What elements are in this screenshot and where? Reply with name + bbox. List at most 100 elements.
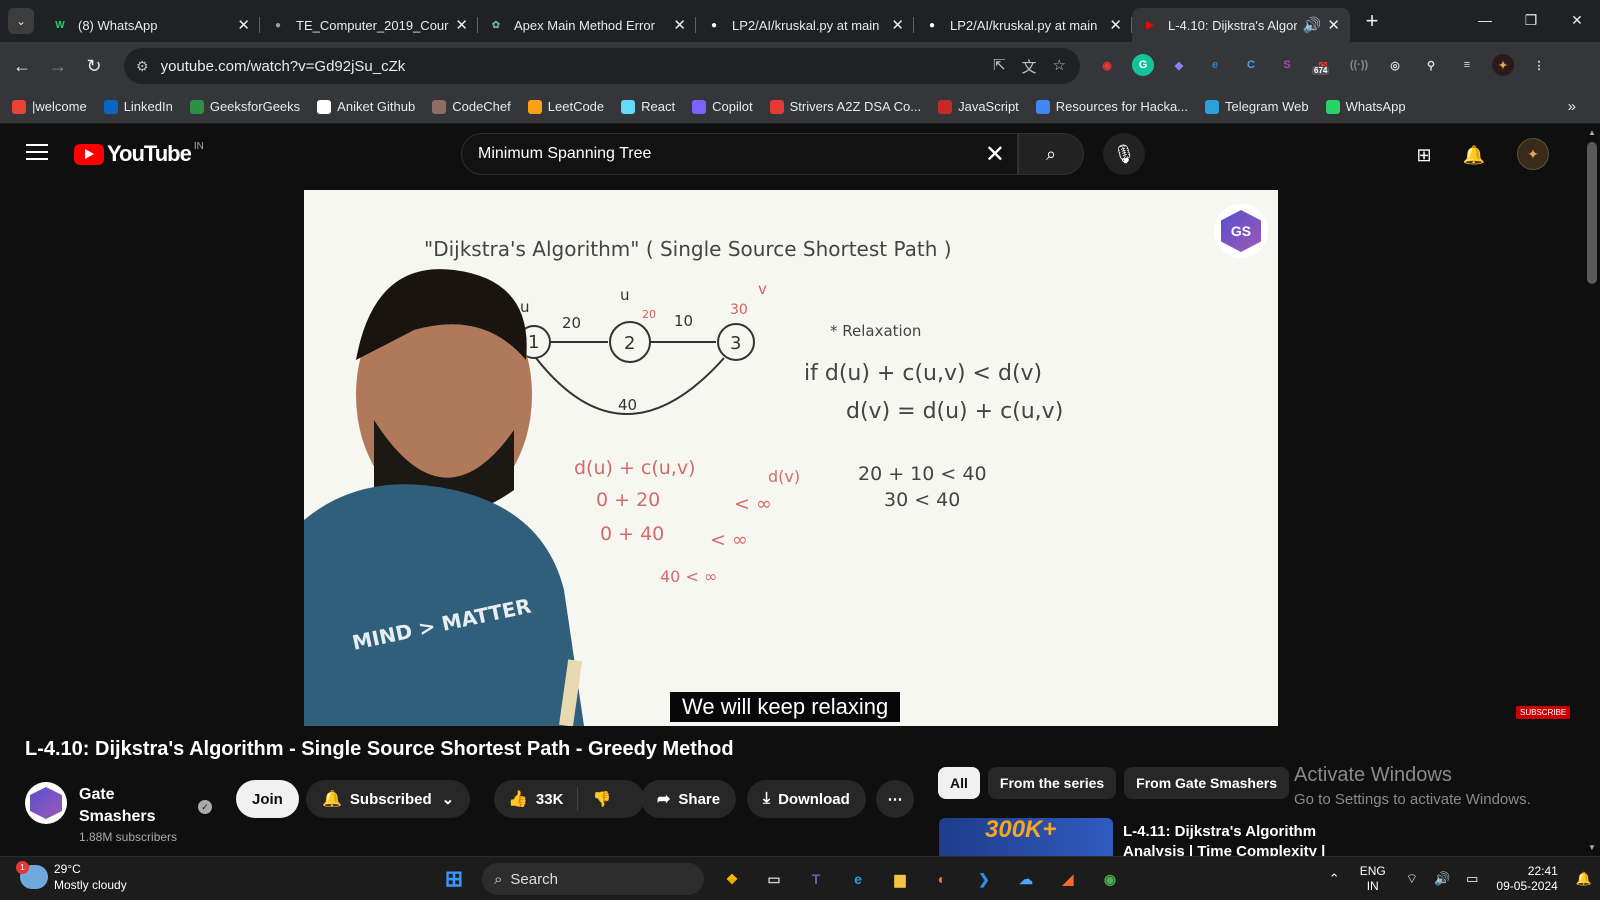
recommended-title[interactable]: L-4.11: Dijkstra's Algorithm Analysis | …: [1123, 822, 1333, 856]
video-player[interactable]: "Dijkstra's Algorithm" ( Single Source S…: [304, 190, 1278, 726]
new-tab-button[interactable]: +: [1358, 8, 1386, 34]
scrollbar-thumb[interactable]: [1587, 142, 1597, 284]
microphone-icon[interactable]: 🎙: [1103, 133, 1145, 175]
channel-name[interactable]: Gate Smashers: [79, 784, 169, 828]
tab-close-icon[interactable]: ✕: [673, 16, 686, 34]
wifi-icon[interactable]: ⌔: [1406, 871, 1418, 887]
channel-avatar[interactable]: [25, 782, 67, 824]
media-control-icon[interactable]: ≡: [1456, 54, 1478, 76]
tab-close-icon[interactable]: ✕: [237, 16, 250, 34]
tab-close-icon[interactable]: ✕: [891, 16, 904, 34]
bookmark-item[interactable]: Aniket Github: [317, 99, 415, 114]
account-avatar[interactable]: ✦: [1517, 138, 1549, 170]
bookmark-item[interactable]: LeetCode: [527, 99, 604, 114]
chrome-icon[interactable]: ◉: [1096, 865, 1124, 893]
speaker-icon[interactable]: 🔊: [1303, 16, 1322, 34]
back-icon[interactable]: ←: [4, 48, 40, 84]
edge-extension-icon[interactable]: e: [1204, 54, 1226, 76]
more-actions-button[interactable]: ⋯: [876, 780, 914, 818]
minimize-icon[interactable]: —: [1462, 0, 1508, 40]
grammarly-icon[interactable]: G: [1132, 54, 1154, 76]
translate-icon[interactable]: 文: [1022, 56, 1037, 77]
subscribed-button[interactable]: 🔔 Subscribed ⌄: [306, 780, 471, 818]
recommended-thumbnail[interactable]: 300K+: [939, 818, 1113, 856]
signal-extension-icon[interactable]: ((·)): [1348, 54, 1370, 76]
s-extension-icon[interactable]: S: [1276, 54, 1298, 76]
notification-bell-icon[interactable]: 🔔: [1576, 871, 1592, 887]
bookmark-item[interactable]: CodeChef: [432, 99, 511, 114]
share-button[interactable]: ➦ Share: [641, 780, 737, 818]
vscode-icon[interactable]: ❯: [970, 865, 998, 893]
more-bookmarks-icon[interactable]: »: [1568, 98, 1576, 115]
scroll-up-icon[interactable]: ▲: [1588, 128, 1596, 137]
reload-icon[interactable]: ↻: [76, 48, 112, 84]
tab-close-icon[interactable]: ✕: [455, 16, 468, 34]
like-button[interactable]: 👍 33K: [494, 787, 579, 811]
youtube-logo[interactable]: YouTube IN: [74, 141, 204, 167]
bookmark-item[interactable]: LinkedIn: [103, 99, 173, 114]
bookmark-item[interactable]: React: [621, 99, 675, 114]
open-in-app-icon[interactable]: ⇱: [993, 56, 1006, 77]
restore-icon[interactable]: ❐: [1508, 0, 1554, 40]
menu-icon[interactable]: [26, 144, 48, 165]
close-window-icon[interactable]: ✕: [1554, 0, 1600, 40]
weather-widget[interactable]: 1 29°C Mostly cloudy: [16, 861, 127, 893]
dislike-button[interactable]: 👎: [578, 790, 625, 808]
bookmark-item[interactable]: Resources for Hacka...: [1035, 99, 1188, 114]
browser-tab[interactable]: ✿ Apex Main Method Error ✕: [478, 8, 696, 42]
tab-close-icon[interactable]: ✕: [1109, 16, 1122, 34]
channel-watermark-logo[interactable]: GS: [1214, 204, 1268, 258]
cloud-app-icon[interactable]: ☁: [1012, 865, 1040, 893]
search-input[interactable]: Minimum Spanning Tree ✕: [461, 133, 1018, 175]
language-indicator[interactable]: ENG IN: [1360, 864, 1386, 894]
battery-icon[interactable]: ▭: [1466, 871, 1478, 887]
create-icon[interactable]: ⊞: [1409, 140, 1439, 170]
bookmark-item[interactable]: Copilot: [692, 99, 753, 114]
browser-tab[interactable]: ● TE_Computer_2019_Course ✕: [260, 8, 478, 42]
task-view-icon[interactable]: ▭: [760, 865, 788, 893]
browser-tab[interactable]: W (8) WhatsApp ✕: [42, 8, 260, 42]
subscribe-watermark[interactable]: SUBSCRIBE: [1516, 706, 1571, 719]
bookmark-item[interactable]: Strivers A2Z DSA Co...: [769, 99, 921, 114]
recommended-video[interactable]: 300K+ L-4.11: Dijkstra's Algorithm Analy…: [939, 818, 1339, 856]
bookmark-item[interactable]: JavaScript: [938, 99, 1019, 114]
url-text[interactable]: youtube.com/watch?v=Gd92jSu_cZk: [161, 58, 406, 75]
page-scrollbar[interactable]: ▲ ▼: [1584, 124, 1600, 856]
clear-search-icon[interactable]: ✕: [985, 140, 1005, 169]
filter-chip[interactable]: From Gate Smashers: [1124, 767, 1289, 799]
edge-icon[interactable]: e: [844, 865, 872, 893]
browser-tab[interactable]: ● LP2/AI/kruskal.py at main ✕: [914, 8, 1132, 42]
widgets-icon[interactable]: ❖: [718, 865, 746, 893]
tab-search-button[interactable]: ⌄: [8, 8, 34, 34]
profile-avatar[interactable]: ✦: [1492, 54, 1514, 76]
scroll-down-icon[interactable]: ▼: [1588, 843, 1596, 852]
teams-icon[interactable]: T: [802, 865, 830, 893]
forward-icon[interactable]: →: [40, 48, 76, 84]
browser-tab[interactable]: ● LP2/AI/kruskal.py at main ✕: [696, 8, 914, 42]
mail-extension-icon[interactable]: ✉674: [1312, 54, 1334, 76]
tab-close-icon[interactable]: ✕: [1327, 16, 1340, 34]
taskbar-search[interactable]: ⌕ Search: [482, 863, 704, 895]
record-extension-icon[interactable]: ◉: [1096, 54, 1118, 76]
bookmark-item[interactable]: GeeksforGeeks: [189, 99, 300, 114]
omnibox[interactable]: ⚙ youtube.com/watch?v=Gd92jSu_cZk ⇱ 文 ☆: [124, 48, 1080, 84]
download-button[interactable]: ⤓ Download: [747, 780, 866, 818]
postman-icon[interactable]: ◢: [1054, 865, 1082, 893]
search-icon[interactable]: ⌕: [1018, 133, 1084, 175]
filter-chip[interactable]: All: [938, 767, 980, 799]
filter-chip[interactable]: From the series: [987, 767, 1117, 799]
target-extension-icon[interactable]: ◎: [1384, 54, 1406, 76]
browser-tab[interactable]: ▶ L-4.10: Dijkstra's Algorithm 🔊 ✕: [1132, 8, 1350, 42]
browser-menu-icon[interactable]: ⋮: [1528, 54, 1550, 76]
c-extension-icon[interactable]: C: [1240, 54, 1262, 76]
file-explorer-icon[interactable]: ▆: [886, 865, 914, 893]
search-value[interactable]: Minimum Spanning Tree: [478, 145, 651, 163]
site-info-icon[interactable]: ⚙: [136, 58, 149, 75]
join-button[interactable]: Join: [236, 780, 299, 818]
windows-start-icon[interactable]: ⊞: [440, 865, 468, 893]
clock[interactable]: 22:41 09-05-2024: [1496, 864, 1557, 894]
bookmark-item[interactable]: Telegram Web: [1205, 99, 1309, 114]
notifications-bell-icon[interactable]: 🔔: [1459, 140, 1489, 170]
firefox-icon[interactable]: ◐: [928, 865, 956, 893]
bookmark-star-icon[interactable]: ☆: [1053, 56, 1066, 77]
